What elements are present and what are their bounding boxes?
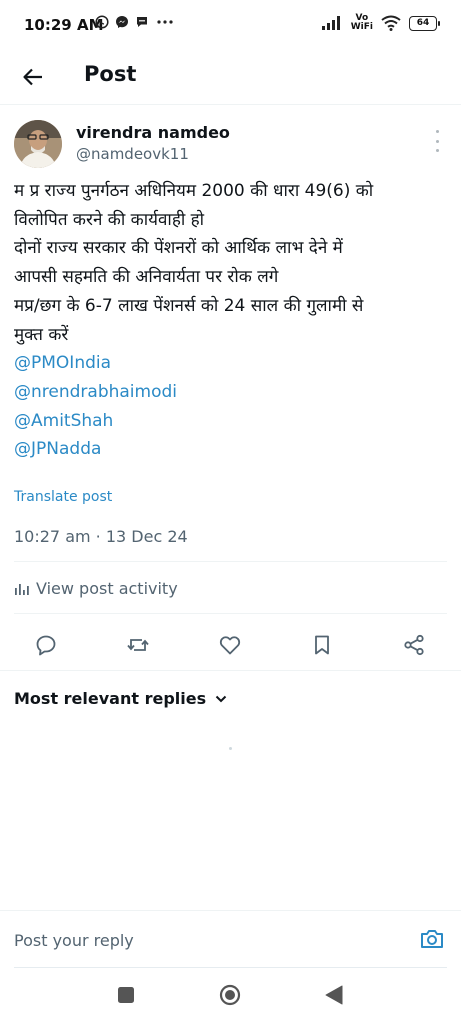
share-icon [404, 634, 424, 656]
avatar-image [14, 120, 62, 168]
divider [14, 613, 447, 614]
signal-icon [321, 16, 340, 30]
replies-sort-label: Most relevant replies [14, 689, 207, 708]
translate-post-link[interactable]: Translate post [14, 489, 112, 505]
mention-link[interactable]: @PMOIndia [14, 349, 450, 378]
top-app-bar: Post [0, 50, 461, 105]
post-text-line: विलोपित करने की कार्यवाही हो [14, 209, 205, 230]
post-text-line: म प्र राज्य पुनर्गठन अधिनियम 2000 की धार… [14, 181, 374, 201]
vowifi-label: Vo WiFi [350, 13, 373, 32]
repost-icon [127, 639, 149, 651]
loading-indicator [229, 747, 232, 750]
post-text-line: आपसी सहमति की अनिवार्यता पर रोक लगे [14, 267, 279, 288]
divider [14, 561, 447, 562]
home-circle-icon [219, 984, 241, 1006]
camera-icon [421, 930, 443, 948]
home-button[interactable] [219, 984, 241, 1006]
post-timestamp[interactable]: 10:27 am · 13 Dec 24 [14, 527, 188, 546]
post-text-line: मप्र/छग के 6-7 लाख पेंशनर्स को 24 साल की… [14, 295, 364, 316]
wifi-icon [381, 15, 401, 31]
messenger-icon [116, 16, 128, 28]
status-system-icons: Vo WiFi 64 [321, 13, 440, 32]
recents-button[interactable] [115, 984, 137, 1006]
camera-button[interactable] [419, 926, 445, 952]
more-notifications-icon [157, 20, 173, 24]
status-notification-icons [95, 15, 175, 29]
share-button[interactable] [398, 629, 430, 661]
post-text: म प्र राज्य पुनर्गठन अधिनियम 2000 की धार… [14, 177, 450, 464]
replies-sort-dropdown[interactable]: Most relevant replies [14, 689, 228, 708]
square-icon [118, 987, 134, 1003]
whatsapp-icon [95, 15, 109, 29]
bookmark-icon [315, 635, 329, 655]
battery-icon: 64 [409, 15, 440, 31]
mention-link[interactable]: @nrendrabhaimodi [14, 378, 450, 407]
author-handle[interactable]: @namdeovk11 [76, 145, 189, 163]
back-nav-button[interactable] [323, 984, 345, 1006]
more-options-button[interactable] [431, 130, 443, 152]
reply-button[interactable] [30, 629, 62, 661]
post-text-line: दोनों राज्य सरकार की पेंशनरों को आर्थिक … [14, 238, 343, 259]
mention-link[interactable]: @AmitShah [14, 407, 450, 436]
like-button[interactable] [214, 629, 246, 661]
system-nav-bar [0, 968, 461, 1024]
repost-button[interactable] [122, 629, 154, 661]
status-time: 10:29 AM [24, 16, 104, 34]
arrow-left-icon [23, 68, 42, 86]
mention-link[interactable]: @JPNadda [14, 435, 450, 464]
reply-icon [36, 635, 56, 656]
triangle-back-icon [325, 985, 343, 1005]
author-name[interactable]: virendra namdeo [76, 123, 230, 142]
post-action-bar [0, 625, 461, 665]
more-vertical-icon [435, 130, 439, 133]
view-post-activity-button[interactable]: View post activity [14, 579, 178, 598]
page-title: Post [84, 62, 137, 86]
chevron-down-icon [215, 695, 227, 702]
view-post-activity-label: View post activity [36, 579, 178, 598]
chat-icon [137, 17, 147, 27]
reply-composer [0, 910, 461, 968]
back-button[interactable] [18, 62, 48, 92]
reply-input[interactable] [14, 921, 404, 959]
analytics-icon [15, 583, 29, 595]
heart-icon [219, 636, 241, 655]
divider [0, 670, 461, 671]
status-bar: 10:29 AM Vo WiFi 64 [0, 0, 461, 50]
post-text-line: मुक्त करें [14, 324, 69, 345]
avatar[interactable] [14, 120, 62, 168]
bookmark-button[interactable] [306, 629, 338, 661]
